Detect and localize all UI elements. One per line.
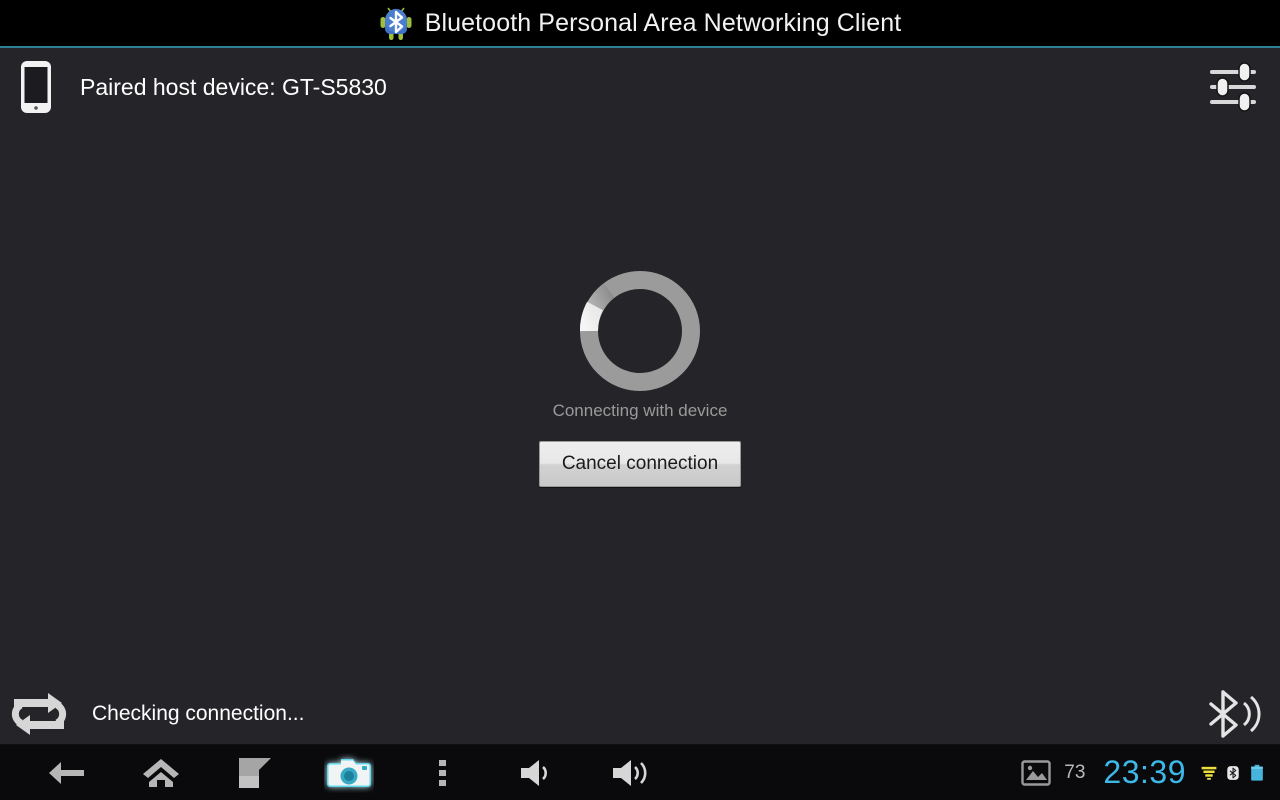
screenshot-notification-icon[interactable] (1014, 745, 1058, 800)
recents-button[interactable] (208, 745, 302, 800)
home-icon (143, 758, 179, 787)
menu-button[interactable] (396, 745, 490, 800)
phone-icon (18, 59, 54, 115)
app-title-bar: Bluetooth Personal Area Networking Clien… (0, 0, 1280, 48)
wifi-icon (1201, 766, 1217, 780)
volume-down-icon (521, 759, 547, 786)
image-icon (1021, 759, 1051, 786)
camera-icon (327, 758, 371, 787)
main-content: Connecting with device Cancel connection (0, 126, 1280, 683)
home-button[interactable] (114, 745, 208, 800)
overflow-menu-icon (439, 759, 446, 786)
battery-icon (1251, 764, 1263, 781)
cancel-connection-button[interactable]: Cancel connection (538, 441, 742, 487)
wifi-status-icon[interactable] (1196, 745, 1222, 800)
android-navigation-bar: 73 23:39 (0, 745, 1280, 800)
bluetooth-signal-icon (1204, 688, 1262, 740)
circular-progress-spinner (579, 270, 701, 392)
app-status-bar: Checking connection... (0, 683, 1280, 745)
bluetooth-status-icon[interactable] (1222, 745, 1244, 800)
bluetooth-icon (1227, 765, 1239, 780)
connection-status-text: Connecting with device (552, 401, 728, 420)
paired-device-header: Paired host device: GT-S5830 (0, 48, 1280, 126)
volume-up-button[interactable] (584, 745, 678, 800)
status-clock[interactable]: 23:39 (1099, 754, 1196, 791)
loop-refresh-icon (8, 691, 70, 737)
sliders-settings-icon[interactable] (1202, 58, 1264, 116)
recent-apps-icon (239, 757, 271, 788)
volume-up-icon (613, 759, 647, 786)
volume-down-button[interactable] (490, 745, 584, 800)
android-tablet-screen: Bluetooth Personal Area Networking Clien… (0, 0, 1280, 800)
app-status-message: Checking connection... (92, 701, 305, 725)
back-button[interactable] (20, 745, 114, 800)
screenshot-button[interactable] (302, 745, 396, 800)
window-title: Bluetooth Personal Area Networking Clien… (424, 8, 902, 37)
paired-device-label: Paired host device: GT-S5830 (80, 73, 387, 100)
bluetooth-android-icon (379, 6, 413, 40)
battery-status-icon[interactable] (1244, 745, 1268, 800)
back-arrow-icon (49, 761, 84, 784)
notification-count: 73 (1064, 761, 1086, 783)
